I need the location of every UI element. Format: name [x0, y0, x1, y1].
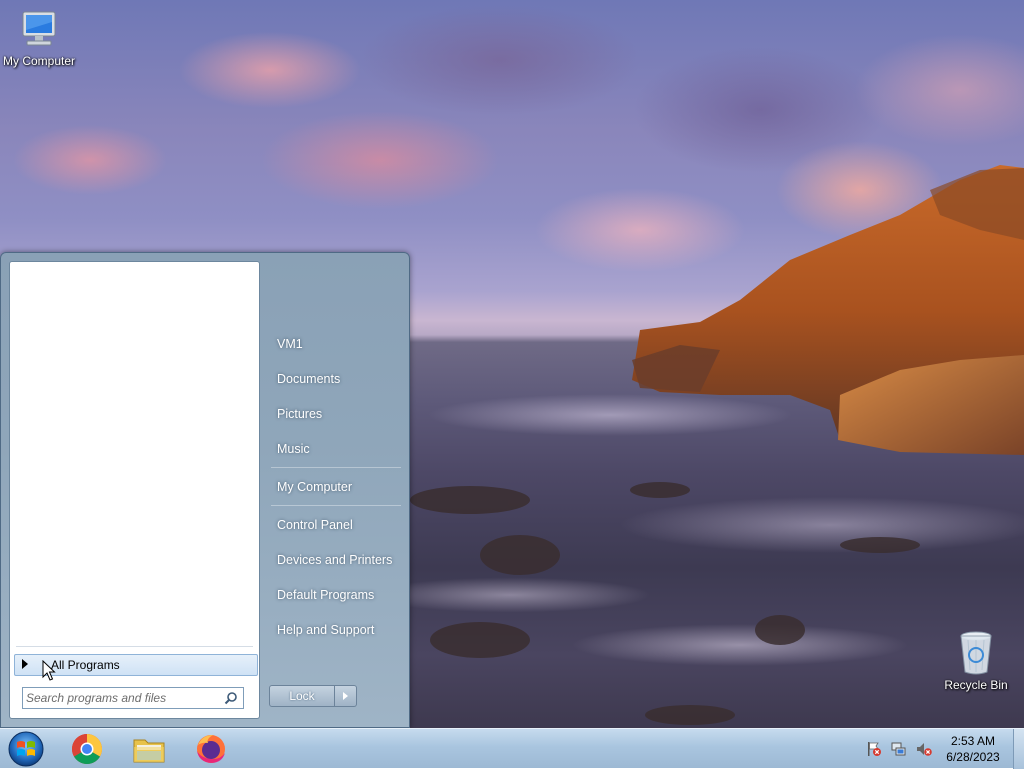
desktop-icon-label: My Computer [2, 54, 76, 68]
volume-muted-icon[interactable] [916, 741, 932, 757]
start-link-help-support[interactable]: Help and Support [277, 623, 374, 637]
start-link-devices-printers[interactable]: Devices and Printers [277, 553, 392, 567]
lock-button[interactable]: Lock [269, 685, 335, 707]
clock[interactable]: 2:53 AM 6/28/2023 [938, 733, 1008, 765]
clock-date: 6/28/2023 [946, 750, 1000, 764]
start-menu: All Programs VM1 Documents Pictures Musi… [0, 252, 410, 728]
start-link-vm1[interactable]: VM1 [277, 337, 303, 351]
shutdown-options-button[interactable] [335, 685, 357, 707]
mouse-cursor-icon [42, 660, 56, 681]
network-icon[interactable] [891, 741, 907, 757]
start-link-music[interactable]: Music [277, 442, 310, 456]
search-box[interactable] [22, 687, 244, 709]
desktop-icon-label: Recycle Bin [944, 678, 1008, 692]
start-link-control-panel[interactable]: Control Panel [277, 518, 353, 532]
start-link-my-computer[interactable]: My Computer [277, 480, 352, 494]
file-explorer-icon [133, 739, 165, 763]
start-button[interactable] [4, 729, 48, 769]
taskbar-explorer-button[interactable] [122, 731, 176, 767]
recycle-bin-icon [960, 631, 992, 675]
taskbar: 2:53 AM 6/28/2023 [0, 728, 1024, 769]
clock-time: 2:53 AM [950, 734, 996, 748]
divider [16, 646, 253, 647]
search-input[interactable] [26, 689, 216, 707]
search-icon[interactable] [224, 691, 238, 705]
chrome-icon [71, 734, 103, 765]
chevron-right-icon [22, 659, 28, 669]
start-menu-programs-pane: All Programs [9, 261, 260, 719]
all-programs-label: All Programs [51, 658, 120, 672]
start-link-default-programs[interactable]: Default Programs [277, 588, 374, 602]
computer-icon [22, 11, 56, 46]
show-desktop-button[interactable] [1013, 729, 1024, 769]
start-link-documents[interactable]: Documents [277, 372, 340, 386]
start-link-pictures[interactable]: Pictures [277, 407, 322, 421]
desktop-icon-recycle-bin[interactable]: Recycle Bin [940, 630, 1012, 692]
taskbar-chrome-button[interactable] [60, 731, 114, 767]
divider [271, 505, 401, 506]
taskbar-firefox-button[interactable] [184, 731, 238, 767]
divider [271, 467, 401, 468]
start-menu-links-pane: VM1 Documents Pictures Music My Computer… [261, 253, 409, 727]
firefox-icon [197, 735, 225, 763]
chevron-right-icon [343, 692, 348, 700]
action-center-flag-icon[interactable] [866, 741, 882, 757]
desktop-icon-my-computer[interactable]: My Computer [0, 8, 78, 68]
